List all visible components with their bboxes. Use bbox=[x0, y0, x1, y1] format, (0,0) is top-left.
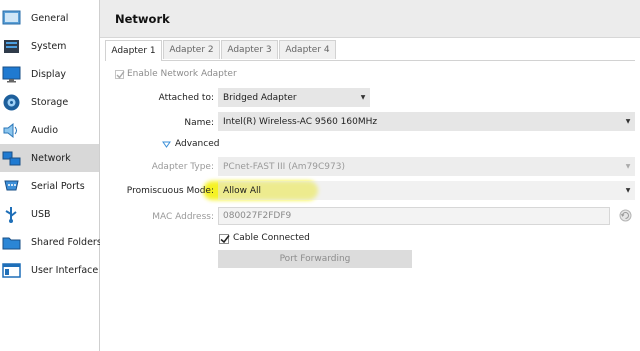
sidebar-item-storage[interactable]: Storage bbox=[0, 88, 99, 116]
attached-to-label: Attached to: bbox=[158, 93, 214, 103]
tab-adapter-3[interactable]: Adapter 3 bbox=[221, 40, 278, 59]
promiscuous-mode-value: Allow All bbox=[223, 185, 262, 196]
attached-to-value: Bridged Adapter bbox=[223, 92, 297, 103]
page-header: Network bbox=[100, 0, 640, 38]
adapter-type-label: Adapter Type: bbox=[151, 162, 214, 172]
dropdown-arrow-icon: ▼ bbox=[625, 118, 631, 125]
adapter-type-select[interactable]: PCnet-FAST III (Am79C973) ▼ bbox=[218, 157, 635, 176]
advanced-label: Advanced bbox=[175, 139, 220, 149]
sidebar-item-display[interactable]: Display bbox=[0, 60, 99, 88]
checkmark-icon bbox=[116, 71, 125, 79]
sidebar-item-label: General bbox=[31, 12, 69, 24]
serial-ports-icon bbox=[4, 180, 19, 190]
sidebar-item-general[interactable]: General bbox=[0, 4, 99, 32]
sidebar-item-label: Network bbox=[31, 152, 71, 164]
sidebar-item-serial-ports[interactable]: Serial Ports bbox=[0, 172, 99, 200]
shared-folders-icon bbox=[2, 237, 21, 249]
sidebar-item-label: User Interface bbox=[31, 264, 99, 276]
network-settings-panel: Adapter 1 Adapter 2 Adapter 3 Adapter 4 … bbox=[100, 38, 640, 351]
enable-adapter-label: Enable Network Adapter bbox=[127, 69, 237, 79]
sidebar-item-label: Audio bbox=[31, 124, 59, 136]
checkmark-icon bbox=[220, 235, 230, 244]
enable-adapter-checkbox[interactable] bbox=[115, 70, 125, 79]
system-icon bbox=[4, 39, 19, 53]
dropdown-arrow-icon: ▼ bbox=[625, 187, 631, 194]
display-icon bbox=[2, 66, 21, 82]
sidebar-item-shared-folders[interactable]: Shared Folders bbox=[0, 228, 102, 256]
usb-icon bbox=[5, 206, 17, 223]
sidebar-item-label: Storage bbox=[31, 96, 69, 108]
attached-to-select[interactable]: Bridged Adapter ▼ bbox=[218, 88, 370, 107]
name-value: Intel(R) Wireless-AC 9560 160MHz bbox=[223, 116, 378, 127]
storage-icon bbox=[3, 94, 20, 110]
tab-adapter-4[interactable]: Adapter 4 bbox=[279, 40, 336, 59]
sidebar-item-label: Serial Ports bbox=[31, 180, 85, 192]
sidebar-item-label: System bbox=[31, 40, 67, 52]
promiscuous-mode-select[interactable]: Allow All ▼ bbox=[218, 181, 635, 200]
audio-icon bbox=[3, 122, 17, 138]
refresh-mac-icon[interactable] bbox=[619, 209, 632, 222]
chevron-down-icon bbox=[162, 141, 171, 148]
name-label: Name: bbox=[184, 118, 214, 128]
name-select[interactable]: Intel(R) Wireless-AC 9560 160MHz ▼ bbox=[218, 112, 635, 131]
tab-adapter-1[interactable]: Adapter 1 bbox=[105, 40, 162, 61]
sidebar-item-user-interface[interactable]: User Interface bbox=[0, 256, 99, 284]
tab-panel-border bbox=[105, 60, 635, 61]
dropdown-arrow-icon: ▼ bbox=[625, 163, 631, 170]
tab-adapter-2[interactable]: Adapter 2 bbox=[163, 40, 220, 59]
promiscuous-mode-label: Promiscuous Mode: bbox=[126, 186, 214, 196]
page-title: Network bbox=[115, 12, 170, 26]
network-icon bbox=[2, 151, 21, 165]
cable-connected-checkbox[interactable] bbox=[219, 234, 230, 244]
settings-sidebar: General System Display Storage Audio Net… bbox=[0, 0, 102, 351]
sidebar-item-network[interactable]: Network bbox=[0, 144, 99, 172]
port-forwarding-button[interactable]: Port Forwarding bbox=[218, 250, 412, 268]
sidebar-item-usb[interactable]: USB bbox=[0, 200, 99, 228]
cable-connected-label: Cable Connected bbox=[233, 233, 310, 243]
advanced-toggle[interactable]: Advanced bbox=[162, 139, 219, 149]
sidebar-item-system[interactable]: System bbox=[0, 32, 99, 60]
sidebar-item-label: Shared Folders bbox=[31, 236, 102, 248]
general-icon bbox=[2, 10, 21, 24]
mac-address-field[interactable]: 080027F2FDF9 bbox=[218, 207, 610, 225]
sidebar-item-label: USB bbox=[31, 208, 51, 220]
dropdown-arrow-icon: ▼ bbox=[360, 94, 366, 101]
user-interface-icon bbox=[2, 262, 21, 278]
sidebar-item-audio[interactable]: Audio bbox=[0, 116, 99, 144]
sidebar-item-label: Display bbox=[31, 68, 67, 80]
adapter-type-value: PCnet-FAST III (Am79C973) bbox=[223, 161, 345, 172]
mac-address-label: MAC Address: bbox=[152, 212, 214, 222]
